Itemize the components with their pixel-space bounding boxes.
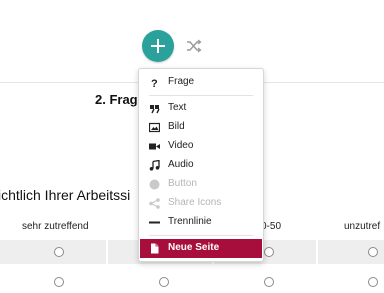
menu-item-button: Button [139,175,263,194]
menu-item-audio[interactable]: Audio [139,156,263,175]
music-note-icon [149,160,160,171]
menu-item-bild[interactable]: Bild [139,118,263,137]
insert-element-menu: ? Frage Text Bild Video Audio Button Sha… [138,68,264,262]
menu-separator [149,95,253,96]
shuffle-button[interactable] [186,38,202,54]
menu-item-label: Audio [168,159,194,170]
cell-separator [106,240,108,264]
shuffle-icon [187,39,202,53]
video-camera-icon [149,141,160,152]
radio-option[interactable] [159,277,169,287]
divider-line-icon [149,217,160,228]
button-dot-icon [149,179,160,190]
svg-text:?: ? [151,78,158,88]
menu-item-label: Video [168,140,194,151]
menu-separator [149,235,253,236]
menu-item-label: Text [168,102,187,113]
menu-item-text[interactable]: Text [139,99,263,118]
question-icon: ? [149,77,160,88]
cell-separator [316,240,318,264]
quote-icon [149,103,160,114]
radio-option[interactable] [368,247,378,257]
scale-label-2: 0-50 [261,221,282,232]
image-icon [149,122,160,133]
menu-item-neue-seite[interactable]: Neue Seite [140,239,262,258]
share-icon [149,198,160,209]
menu-item-share-icons: Share Icons [139,194,263,213]
menu-item-label: Share Icons [168,197,222,208]
scale-label-1: sehr zutreffend [22,221,89,232]
menu-item-label: Trennlinie [168,216,212,227]
radio-option[interactable] [54,277,64,287]
scale-label-3: unzutref [344,221,381,232]
new-page-icon [149,243,160,254]
question-text: ichtlich Ihrer Arbeitssi [0,187,131,203]
menu-item-frage[interactable]: ? Frage [139,73,263,92]
radio-option[interactable] [368,277,378,287]
radio-option[interactable] [54,247,64,257]
menu-item-label: Bild [168,121,185,132]
radio-option[interactable] [264,277,274,287]
radio-option[interactable] [264,247,274,257]
menu-item-trennlinie[interactable]: Trennlinie [139,213,263,232]
menu-item-label: Neue Seite [168,242,220,253]
menu-item-label: Button [168,178,197,189]
plus-icon [151,39,165,53]
menu-item-video[interactable]: Video [139,137,263,156]
add-element-button[interactable] [142,30,174,62]
menu-item-label: Frage [168,76,195,87]
